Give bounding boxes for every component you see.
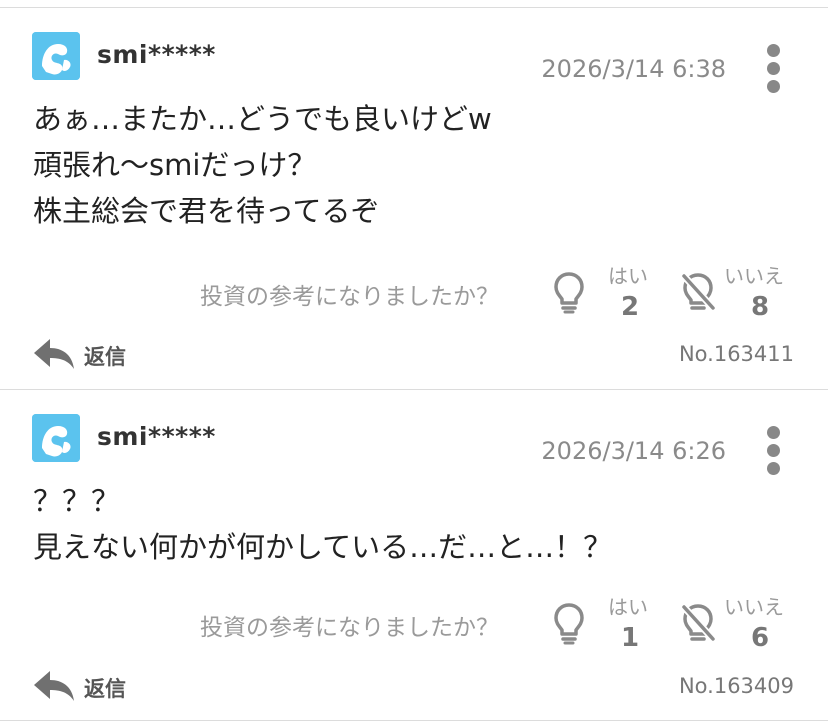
comment-line: 株主総会で君を待ってるぞ <box>33 194 380 228</box>
reply-arrow-icon <box>34 339 74 369</box>
default-avatar-icon <box>32 414 80 462</box>
vote-yes-button[interactable]: はい 1 <box>552 591 662 661</box>
helpful-question: 投資の参考になりましたか？ <box>200 284 499 310</box>
lightbulb-off-icon <box>680 272 716 312</box>
vote-no-count: 8 <box>750 292 770 322</box>
vote-no-label: いいえ <box>724 595 784 619</box>
comment-line: あぁ…またか…どうでも良いけどw <box>33 102 492 136</box>
comment-body: あぁ…またか…どうでも良いけどw 頑張れ〜smiだっけ？ 株主総会で君を待ってる… <box>33 96 808 234</box>
vote-yes-label: はい <box>608 595 648 619</box>
vote-no-button[interactable]: いいえ 8 <box>680 260 800 330</box>
vote-yes-count: 2 <box>620 292 640 322</box>
avatar[interactable] <box>32 32 80 80</box>
vote-no-label: いいえ <box>724 264 784 288</box>
avatar[interactable] <box>32 414 80 462</box>
timestamp: 2026/3/14 6:38 <box>541 55 726 83</box>
vote-yes-button[interactable]: はい 2 <box>552 260 662 330</box>
reply-arrow-icon <box>34 671 74 701</box>
comment-feed: smi***** 2026/3/14 6:38 あぁ…またか…どうでも良いけどw… <box>0 0 828 727</box>
default-avatar-icon <box>32 32 80 80</box>
lightbulb-icon <box>554 603 584 645</box>
divider <box>0 720 828 721</box>
username[interactable]: smi***** <box>97 422 216 451</box>
vote-no-button[interactable]: いいえ 6 <box>680 591 800 661</box>
timestamp: 2026/3/14 6:26 <box>541 437 726 465</box>
vote-yes-label: はい <box>608 264 648 288</box>
comment-number: No.163409 <box>678 674 794 698</box>
username[interactable]: smi***** <box>97 40 216 69</box>
helpful-question: 投資の参考になりましたか？ <box>200 615 499 641</box>
comment-line: ？？？ <box>33 484 121 518</box>
reply-label: 返信 <box>84 677 126 701</box>
more-vertical-icon[interactable] <box>760 424 788 478</box>
more-vertical-icon[interactable] <box>760 42 788 96</box>
comment-line: 頑張れ〜smiだっけ？ <box>33 148 317 182</box>
comment-item: smi***** 2026/3/14 6:26 ？？？ 見えない何かが何かしてい… <box>0 390 828 720</box>
comment-line: 見えない何かが何かしている…だ…と…！？ <box>33 530 613 564</box>
comment-body: ？？？ 見えない何かが何かしている…だ…と…！？ <box>33 478 808 570</box>
comment-item: smi***** 2026/3/14 6:38 あぁ…またか…どうでも良いけどw… <box>0 8 828 389</box>
lightbulb-off-icon <box>680 603 716 643</box>
comment-number: No.163411 <box>678 342 794 366</box>
vote-no-count: 6 <box>750 623 770 653</box>
reply-label: 返信 <box>84 345 126 369</box>
lightbulb-icon <box>554 272 584 314</box>
vote-yes-count: 1 <box>620 623 640 653</box>
